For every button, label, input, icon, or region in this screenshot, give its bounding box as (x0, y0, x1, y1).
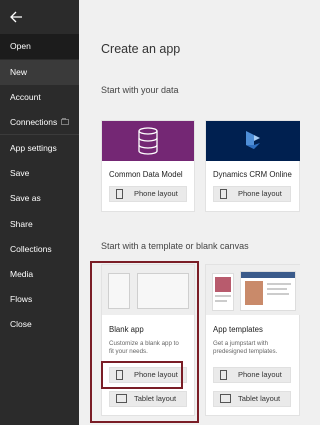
page-title: Create an app (101, 42, 181, 56)
button-label: Phone layout (238, 189, 282, 198)
button-label: Phone layout (134, 189, 178, 198)
sidebar-item-flows[interactable]: Flows (0, 287, 79, 312)
app-templates-preview (206, 265, 300, 315)
button-label: Phone layout (238, 370, 282, 379)
phone-layout-button[interactable]: Phone layout (213, 186, 291, 202)
card-description: Get a jumpstart with (213, 340, 269, 347)
sidebar-divider (0, 134, 79, 135)
database-icon (137, 127, 159, 160)
phone-layout-button[interactable]: Phone layout (109, 186, 187, 202)
sidebar-item-media[interactable]: Media (0, 262, 79, 287)
tablet-icon (220, 394, 231, 408)
phone-layout-button[interactable]: Phone layout (213, 367, 291, 383)
sidebar-item-open[interactable]: Open (0, 34, 79, 59)
card-label: App templates (213, 325, 263, 334)
phone-icon (220, 370, 227, 385)
phone-icon (220, 189, 227, 204)
data-card-dynamics-crm[interactable]: Dynamics CRM Online Phone layout (205, 120, 300, 212)
sidebar-item-save[interactable]: Save (0, 161, 79, 186)
card-label: Common Data Model (109, 170, 183, 179)
sidebar-item-account[interactable]: Account (0, 85, 79, 110)
connections-icon (61, 110, 70, 135)
backstage-sidebar: Open New Account Connections App setting… (0, 0, 79, 425)
sidebar-item-connections[interactable]: Connections (0, 110, 79, 135)
sidebar-item-save-as[interactable]: Save as (0, 186, 79, 211)
sidebar-item-label: Connections (10, 117, 58, 127)
section-title-data: Start with your data (101, 85, 179, 95)
sidebar-item-new[interactable]: New (0, 60, 79, 85)
section-title-template: Start with a template or blank canvas (101, 241, 249, 251)
template-phone-preview (212, 273, 234, 311)
data-card-common-data-model[interactable]: Common Data Model Phone layout (101, 120, 195, 212)
sidebar-item-collections[interactable]: Collections (0, 237, 79, 262)
card-label: Dynamics CRM Online (213, 170, 292, 179)
create-app-panel: Create an app Start with your data Commo… (79, 0, 300, 425)
sidebar-item-app-settings[interactable]: App settings (0, 136, 79, 161)
tablet-layout-button[interactable]: Tablet layout (213, 391, 291, 407)
template-card-app-templates[interactable]: App templates Get a jumpstart with prede… (205, 264, 300, 416)
template-tablet-preview (240, 271, 296, 311)
phone-icon (116, 189, 123, 204)
back-arrow-icon[interactable] (8, 9, 24, 25)
card-description: predesigned templates. (213, 348, 278, 355)
highlight-box-phone-layout (101, 361, 183, 389)
person-photo-icon (215, 277, 231, 292)
sidebar-item-share[interactable]: Share (0, 212, 79, 237)
person-photo-icon (245, 281, 263, 305)
highlight-box-blank-app (90, 261, 199, 423)
sidebar-item-close[interactable]: Close (0, 312, 79, 337)
dynamics-logo-icon (243, 130, 263, 157)
button-label: Tablet layout (238, 394, 281, 403)
